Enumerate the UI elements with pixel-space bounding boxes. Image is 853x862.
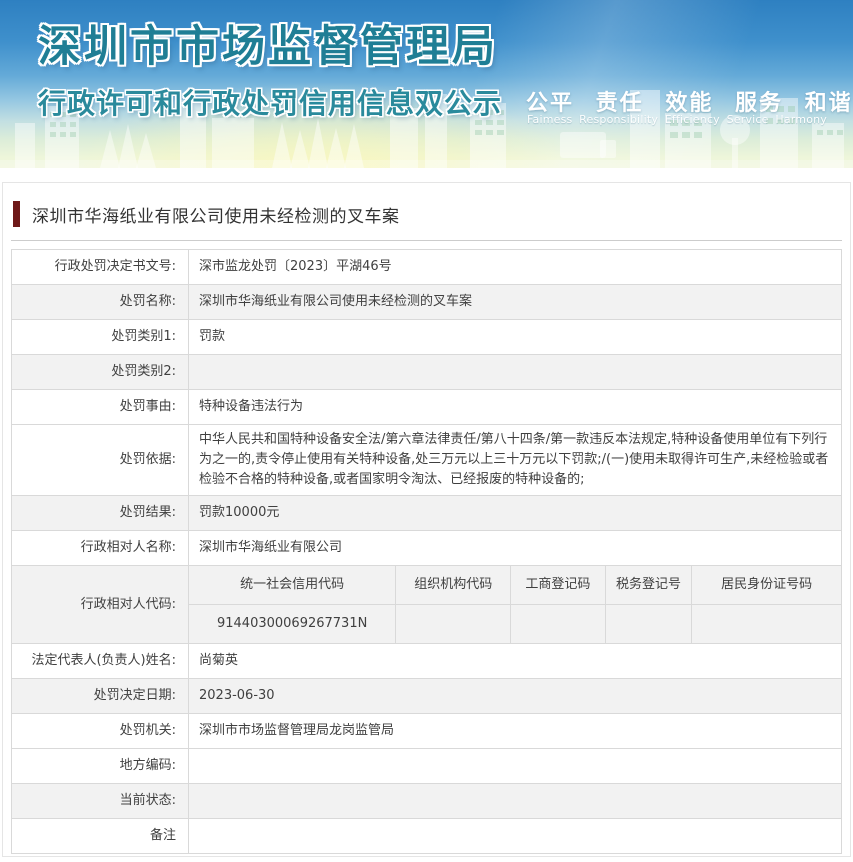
site-org-name: 深圳市市场监督管理局 (38, 22, 498, 72)
codes-value-cell (692, 605, 841, 643)
codes-value-cell (511, 605, 606, 643)
site-subtitle: 行政许可和行政处罚信用信息双公示 (38, 87, 503, 120)
row-label: 处罚事由: (12, 390, 189, 424)
codes-value-cell (396, 605, 512, 643)
codes-header-cell: 居民身份证号码 (721, 577, 813, 592)
codes-value-cell (606, 605, 693, 643)
codes-header-cell: 组织机构代码 (396, 566, 512, 604)
row-value: 深市监龙处罚〔2023〕平湖46号 (199, 259, 392, 274)
title-separator (11, 240, 842, 241)
table-row: 处罚机关: 深圳市市场监督管理局龙岗监管局 (12, 714, 841, 749)
row-value (189, 819, 841, 853)
codes-header-cell: 税务登记号 (606, 566, 693, 604)
table-row: 备注 (12, 819, 841, 854)
site-header: 深圳市市场监督管理局 行政许可和行政处罚信用信息双公示 公平 责任 效能 服务 … (0, 0, 853, 168)
table-row: 处罚名称: 深圳市华海纸业有限公司使用未经检测的叉车案 (12, 285, 841, 320)
row-label: 行政相对人名称: (12, 531, 189, 565)
codes-table: 统一社会信用代码 组织机构代码 工商登记码 税务登记号 居民身份证号码 914403000… (189, 566, 841, 643)
row-label: 行政处罚决定书文号: (12, 250, 189, 284)
content-panel: 深圳市华海纸业有限公司使用未经检测的叉车案 行政处罚决定书文号: 深市监龙处罚〔2… (2, 182, 851, 857)
row-label: 处罚决定日期: (12, 679, 189, 713)
table-row: 行政相对人名称: 深圳市华海纸业有限公司 (12, 531, 841, 566)
title-accent-bar (13, 201, 20, 227)
page-title: 深圳市华海纸业有限公司使用未经检测的叉车案 (32, 206, 400, 227)
row-label: 处罚类别2: (12, 355, 189, 389)
table-row: 处罚事由: 特种设备违法行为 (12, 390, 841, 425)
row-label: 处罚类别1: (12, 320, 189, 354)
motto-en: Faimess Responsibility Efficiency Servic… (527, 113, 828, 126)
row-label: 备注 (12, 819, 189, 853)
row-label: 行政相对人代码: (12, 566, 189, 643)
penalty-info-table: 行政处罚决定书文号: 深市监龙处罚〔2023〕平湖46号 处罚名称: 深圳市华海纸业有… (11, 249, 842, 854)
row-value: 深圳市市场监督管理局龙岗监管局 (199, 723, 395, 738)
row-label: 处罚依据: (12, 425, 189, 495)
table-row: 处罚决定日期: 2023-06-30 (12, 679, 841, 714)
row-value: 罚款 (199, 329, 226, 344)
row-value: 尚菊英 (199, 653, 239, 668)
row-value (189, 784, 841, 818)
table-row: 处罚类别1: 罚款 (12, 320, 841, 355)
row-label: 当前状态: (12, 784, 189, 818)
row-value: 特种设备违法行为 (199, 399, 304, 414)
row-label: 法定代表人(负责人)姓名: (12, 644, 189, 678)
codes-cell-group: 统一社会信用代码 组织机构代码 工商登记码 税务登记号 居民身份证号码 914403000… (189, 566, 841, 643)
case-title-row: 深圳市华海纸业有限公司使用未经检测的叉车案 (11, 189, 842, 240)
row-label: 处罚名称: (12, 285, 189, 319)
table-row: 行政相对人代码: 统一社会信用代码 组织机构代码 工商登记码 税务登记号 居民身份证号码 9… (12, 566, 841, 644)
table-row: 法定代表人(负责人)姓名: 尚菊英 (12, 644, 841, 679)
codes-header-cell: 统一社会信用代码 (189, 566, 397, 604)
codes-value-cell: 91440300069267731N (189, 605, 397, 643)
row-value: 中华人民共和国特种设备安全法/第六章法律责任/第八十四条/第一款违反本法规定,特… (199, 432, 829, 487)
table-row: 当前状态: (12, 784, 841, 819)
row-label: 处罚结果: (12, 496, 189, 530)
codes-value-row: 91440300069267731N (189, 605, 841, 643)
table-row: 处罚结果: 罚款10000元 (12, 496, 841, 531)
row-value (189, 749, 841, 783)
row-label: 地方编码: (12, 749, 189, 783)
codes-header-row: 统一社会信用代码 组织机构代码 工商登记码 税务登记号 居民身份证号码 (189, 566, 841, 605)
row-value: 深圳市华海纸业有限公司 (199, 540, 343, 555)
row-value: 罚款10000元 (199, 505, 280, 520)
table-row: 地方编码: (12, 749, 841, 784)
codes-header-cell: 工商登记码 (511, 566, 606, 604)
table-row: 处罚依据: 中华人民共和国特种设备安全法/第六章法律责任/第八十四条/第一款违反本… (12, 425, 841, 496)
row-value: 2023-06-30 (199, 688, 275, 703)
table-row: 行政处罚决定书文号: 深市监龙处罚〔2023〕平湖46号 (12, 250, 841, 285)
row-value (189, 355, 841, 389)
table-row: 处罚类别2: (12, 355, 841, 390)
row-value: 深圳市华海纸业有限公司使用未经检测的叉车案 (199, 294, 473, 309)
row-label: 处罚机关: (12, 714, 189, 748)
